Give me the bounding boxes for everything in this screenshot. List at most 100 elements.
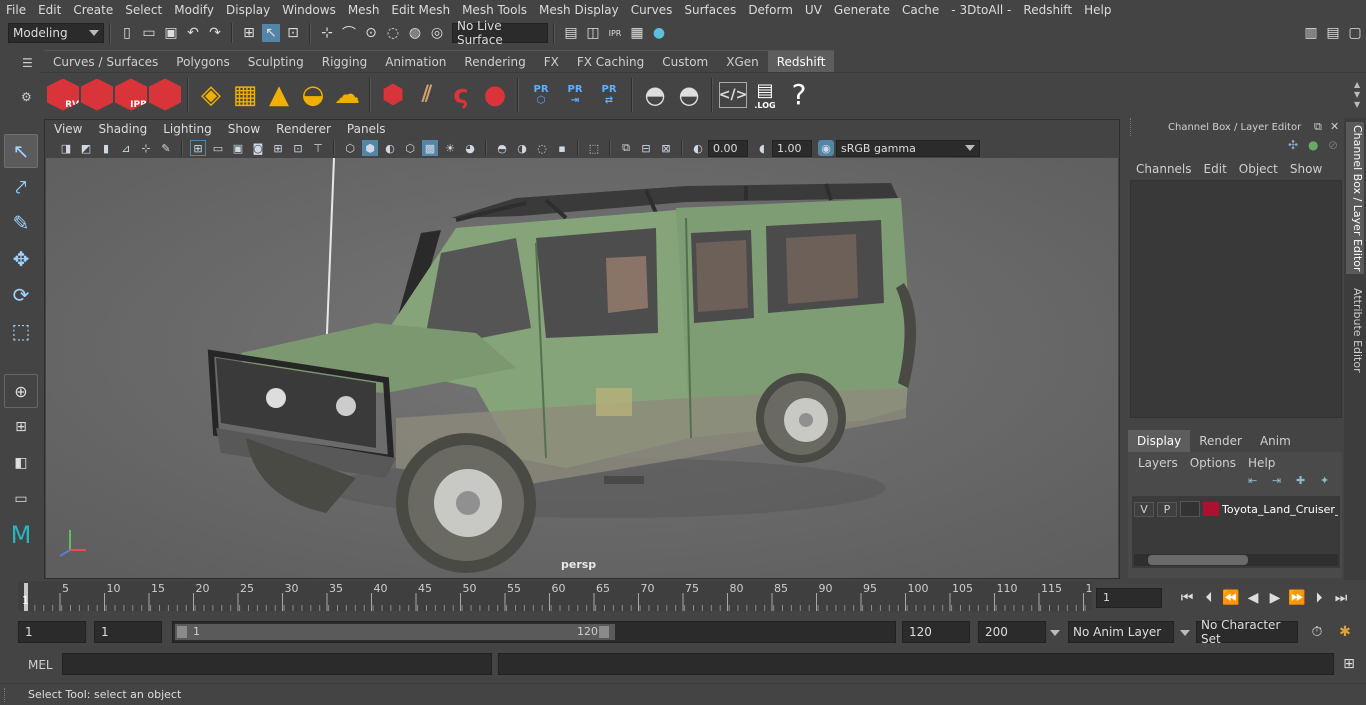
redshift-batch-render-icon[interactable] [81, 78, 113, 111]
shelf-tab-fx-caching[interactable]: FX Caching [567, 50, 654, 72]
menu-uv[interactable]: UV [799, 0, 828, 20]
isolate-select-icon[interactable]: ⬚ [586, 140, 602, 156]
side-tab-attribute-editor[interactable]: Attribute Editor [1346, 284, 1364, 376]
menu-set-dropdown[interactable]: Modeling [8, 23, 104, 43]
layout-toggle-icon[interactable]: ▭ [4, 482, 38, 516]
shelf-tab-curves-surfaces[interactable]: Curves / Surfaces [44, 50, 168, 72]
render-settings-icon[interactable]: ▤ [562, 24, 580, 42]
layer-tab-anim[interactable]: Anim [1251, 430, 1300, 452]
make-live-icon[interactable]: ◎ [428, 24, 446, 42]
exposure-field[interactable]: 0.00 [708, 139, 748, 157]
redshift-pr-export-icon[interactable]: PR ⇥ [559, 79, 591, 111]
textured-icon[interactable]: ▩ [422, 140, 438, 156]
open-scene-icon[interactable]: ▭ [140, 24, 158, 42]
snap-curve-icon[interactable]: ⌒ [340, 24, 358, 42]
playback-end-field[interactable]: 120 [902, 621, 970, 643]
range-options-caret[interactable] [1050, 630, 1060, 636]
hypershade-icon[interactable]: ● [650, 24, 668, 42]
close-panel-icon[interactable]: ✕ [1330, 120, 1339, 133]
menu-surfaces[interactable]: Surfaces [678, 0, 742, 20]
shelf-tab-animation[interactable]: Animation [376, 50, 456, 72]
safe-action-icon[interactable]: ⊡ [290, 140, 306, 156]
menu-edit[interactable]: Edit [32, 0, 67, 20]
redshift-dome-light-icon[interactable]: ◒ [297, 79, 329, 111]
redshift-bake-set-icon[interactable]: ◓ [673, 79, 705, 111]
menu-select[interactable]: Select [119, 0, 168, 20]
ipr-render-icon[interactable]: IPR [606, 24, 624, 42]
layer-row[interactable]: V P Toyota_Land_Cruiser_S [1134, 500, 1338, 518]
shelf-tab-polygons[interactable]: Polygons [167, 50, 239, 72]
redshift-render-view-icon[interactable]: RV [47, 78, 79, 111]
menu-generate[interactable]: Generate [828, 0, 896, 20]
vp-menu-lighting[interactable]: Lighting [155, 120, 220, 138]
safe-title-icon[interactable]: ⊤ [310, 140, 326, 156]
menu-cache[interactable]: Cache [896, 0, 945, 20]
layer-visibility-toggle[interactable]: V [1134, 501, 1154, 517]
channel-edit-menu[interactable]: Edit [1198, 162, 1233, 176]
xray-components-icon[interactable]: ⊠ [658, 140, 674, 156]
script-editor-icon[interactable]: ⊞ [1340, 655, 1358, 673]
2d-pan-zoom-icon[interactable]: ⊹ [138, 140, 154, 156]
redshift-bake-icon[interactable]: ◓ [639, 79, 671, 111]
snap-point-icon[interactable]: ⊙ [362, 24, 380, 42]
color-management-icon[interactable]: ◉ [818, 140, 834, 156]
go-to-end-icon[interactable]: ⏭ [1332, 589, 1350, 607]
redshift-volume-icon[interactable]: ⬢ [377, 79, 409, 111]
redshift-light-cone-icon[interactable]: ▲ [263, 79, 295, 111]
workspace-icon[interactable]: ▥ [1302, 24, 1320, 42]
xray-icon[interactable]: ⧉ [618, 140, 634, 156]
range-left-grip[interactable] [177, 626, 187, 638]
go-to-start-icon[interactable]: ⏮ [1178, 589, 1196, 607]
redshift-pr-swap-icon[interactable]: PR ⇄ [593, 79, 625, 111]
channel-key-icon[interactable]: ● [1308, 138, 1318, 152]
panel-grip[interactable] [1130, 118, 1133, 136]
select-hierarchy-icon[interactable]: ⊞ [240, 24, 258, 42]
channel-options-icon[interactable]: ⊘ [1328, 138, 1338, 152]
render-frame-icon[interactable]: ◫ [584, 24, 602, 42]
wireframe-on-shaded-icon[interactable]: ⬡ [402, 140, 418, 156]
channel-show-menu[interactable]: Show [1284, 162, 1328, 176]
time-slider[interactable]: 5 10 15 20 25 30 35 40 45 50 55 60 65 70 75 80 85 90 95 100… [18, 581, 1100, 611]
animation-start-field[interactable]: 1 [18, 621, 86, 643]
vp-menu-show[interactable]: Show [220, 120, 268, 138]
channel-list[interactable] [1130, 180, 1342, 418]
gamma-field[interactable]: 1.00 [772, 139, 812, 157]
smooth-shade-icon[interactable]: ⬢ [362, 140, 378, 156]
menu-mesh-tools[interactable]: Mesh Tools [456, 0, 533, 20]
character-set-dropdown[interactable]: No Character Set [1196, 618, 1298, 646]
shelf-tab-fx[interactable]: FX [534, 50, 568, 72]
rotate-tool-icon[interactable]: ⟳ [4, 278, 38, 312]
redshift-script-icon[interactable]: </> [719, 81, 747, 108]
redshift-proxy-icon[interactable]: ◈ [195, 79, 227, 111]
shelf-scroll[interactable]: ▲ ▼ ▼ [1354, 80, 1366, 110]
layer-options-menu[interactable]: Options [1184, 456, 1242, 470]
xray-joints-icon[interactable]: ⊟ [638, 140, 654, 156]
layout-persp-outliner-icon[interactable]: ◧ [4, 446, 38, 480]
camera-icon[interactable]: ◨ [58, 140, 74, 156]
new-layer-selected-icon[interactable]: ✦ [1320, 474, 1329, 487]
camera-attributes-icon[interactable]: ◩ [78, 140, 94, 156]
select-component-icon[interactable]: ⊡ [284, 24, 302, 42]
step-back-key-icon[interactable]: ⏪ [1222, 589, 1240, 607]
use-default-material-icon[interactable]: ◐ [382, 140, 398, 156]
menu-3dtoall[interactable]: - 3DtoAll - [945, 0, 1017, 20]
redshift-curve-icon[interactable]: ς [445, 79, 477, 111]
character-set-caret[interactable] [1180, 630, 1190, 636]
undo-icon[interactable]: ↶ [184, 24, 202, 42]
redshift-ipr-icon[interactable]: IPR [115, 78, 147, 111]
layer-move-down-icon[interactable]: ⇥ [1272, 474, 1281, 487]
image-plane-icon[interactable]: ⊿ [118, 140, 134, 156]
animation-end-field[interactable]: 200 [978, 621, 1046, 643]
shelf-tab-xgen[interactable]: XGen [717, 50, 768, 72]
side-tab-channel-box[interactable]: Channel Box / Layer Editor [1346, 122, 1364, 274]
shelf-tab-custom[interactable]: Custom [653, 50, 718, 72]
redshift-sun-sky-icon[interactable]: ☁ [331, 79, 363, 111]
vp-menu-panels[interactable]: Panels [339, 120, 394, 138]
menu-deform[interactable]: Deform [742, 0, 799, 20]
channel-object-menu[interactable]: Object [1233, 162, 1284, 176]
bookmark-icon[interactable]: ▮ [98, 140, 114, 156]
animation-preferences-icon[interactable]: ✱ [1336, 623, 1354, 641]
play-backwards-icon[interactable]: ◀ [1244, 589, 1262, 607]
layer-color-swatch[interactable] [1203, 502, 1219, 516]
sign-in-icon[interactable]: ▤ [1324, 24, 1342, 42]
